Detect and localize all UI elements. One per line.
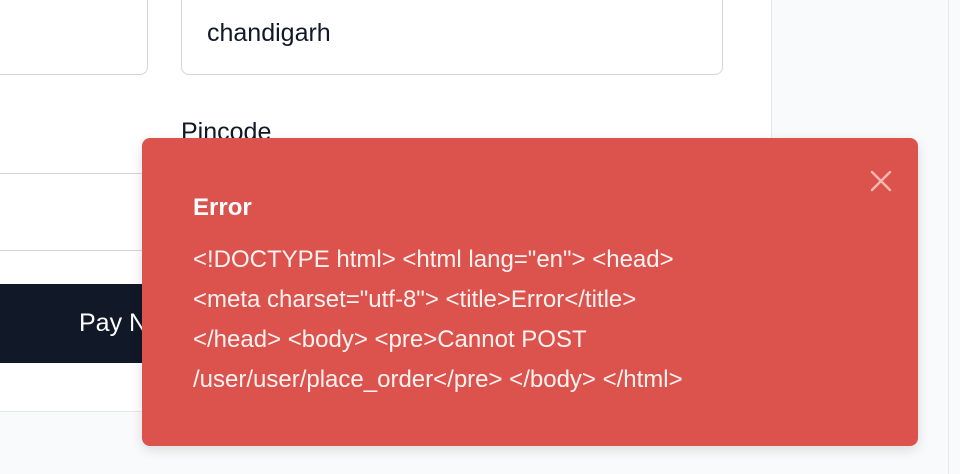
city-input-value: chandigarh — [207, 19, 331, 47]
close-icon[interactable] — [867, 167, 895, 195]
address-input[interactable] — [0, 0, 148, 75]
side-panel-divider — [948, 0, 949, 474]
state-input[interactable] — [0, 173, 148, 251]
toast-message: <!DOCTYPE html> <html lang="en"> <head> … — [193, 246, 683, 393]
pay-button[interactable]: Pay Now — [0, 284, 158, 363]
city-input[interactable]: chandigarh — [181, 0, 723, 75]
toast-title: Error — [193, 194, 252, 221]
error-toast: Error <!DOCTYPE html> <html lang="en"> <… — [142, 138, 918, 446]
